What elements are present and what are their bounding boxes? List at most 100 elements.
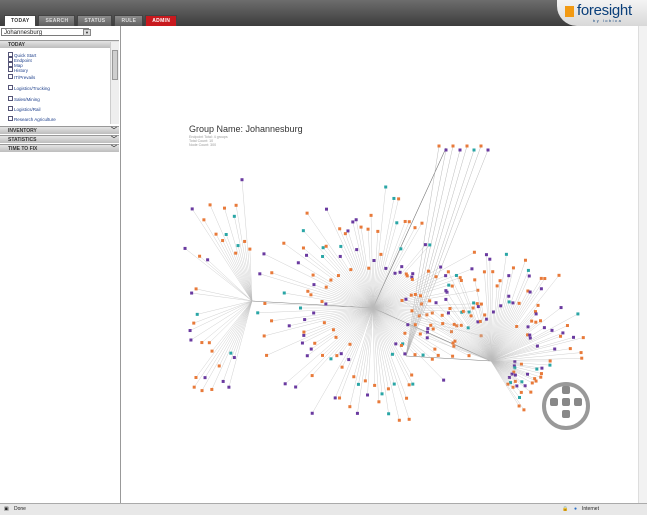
graph-node[interactable] (324, 207, 328, 211)
graph-node[interactable] (517, 404, 521, 408)
graph-node[interactable] (495, 284, 499, 288)
graph-node[interactable] (310, 374, 314, 378)
chevron-down-icon[interactable]: ﹀ (111, 127, 117, 135)
graph-node[interactable] (513, 373, 517, 377)
graph-node[interactable] (403, 219, 407, 223)
graph-node[interactable] (407, 220, 411, 224)
graph-node[interactable] (329, 278, 333, 282)
graph-node[interactable] (380, 392, 384, 396)
graph-node[interactable] (229, 351, 233, 355)
graph-node[interactable] (488, 257, 492, 261)
graph-node[interactable] (397, 197, 401, 201)
graph-node[interactable] (548, 363, 552, 367)
graph-node[interactable] (376, 229, 380, 233)
graph-node[interactable] (210, 387, 214, 391)
graph-node[interactable] (399, 247, 403, 251)
graph-node[interactable] (400, 265, 404, 269)
graph-node[interactable] (305, 253, 309, 257)
graph-node[interactable] (433, 347, 437, 351)
graph-node[interactable] (439, 265, 443, 269)
graph-node[interactable] (498, 279, 502, 283)
list-item[interactable]: Sales/Mining (8, 96, 40, 102)
graph-node[interactable] (309, 347, 313, 351)
graph-node[interactable] (476, 305, 480, 309)
graph-node[interactable] (530, 381, 534, 385)
graph-node[interactable] (347, 358, 351, 362)
graph-node[interactable] (206, 258, 210, 262)
graph-node[interactable] (333, 396, 337, 400)
graph-node[interactable] (397, 418, 401, 422)
graph-node[interactable] (321, 246, 325, 250)
graph-node[interactable] (507, 274, 511, 278)
graph-node[interactable] (351, 220, 355, 224)
panel-today[interactable]: TODAY ︿ (0, 40, 119, 48)
graph-node[interactable] (511, 301, 515, 305)
graph-node[interactable] (444, 274, 448, 278)
graph-node[interactable] (550, 328, 554, 332)
graph-node[interactable] (183, 246, 187, 250)
graph-node[interactable] (282, 241, 286, 245)
graph-node[interactable] (312, 311, 316, 315)
graph-node[interactable] (411, 382, 415, 386)
graph-node[interactable] (405, 396, 409, 400)
chevron-down-icon[interactable]: ▼ (83, 29, 91, 36)
graph-node[interactable] (440, 313, 444, 317)
graph-node[interactable] (428, 243, 432, 247)
graph-node[interactable] (262, 252, 266, 256)
graph-node[interactable] (200, 341, 204, 345)
graph-node[interactable] (430, 311, 434, 315)
graph-node[interactable] (324, 244, 328, 248)
chevron-down-icon[interactable]: ﹀ (111, 145, 117, 153)
graph-node[interactable] (343, 232, 347, 236)
graph-node[interactable] (441, 322, 445, 326)
graph-node[interactable] (300, 341, 304, 345)
graph-node[interactable] (379, 252, 383, 256)
graph-node[interactable] (348, 342, 352, 346)
graph-node[interactable] (221, 239, 225, 243)
graph-node[interactable] (207, 341, 211, 345)
graph-node[interactable] (321, 353, 325, 357)
graph-node[interactable] (559, 334, 563, 338)
graph-node[interactable] (519, 390, 523, 394)
graph-node[interactable] (485, 317, 489, 321)
graph-node[interactable] (192, 321, 196, 325)
chevron-down-icon[interactable]: ﹀ (111, 136, 117, 144)
graph-node[interactable] (392, 196, 396, 200)
graph-node[interactable] (189, 338, 193, 342)
graph-node[interactable] (324, 302, 328, 306)
graph-node[interactable] (236, 244, 240, 248)
graph-node[interactable] (302, 330, 306, 334)
list-item[interactable]: Research Agriculture (8, 116, 56, 122)
graph-node[interactable] (539, 276, 543, 280)
graph-node[interactable] (301, 229, 305, 233)
graph-node[interactable] (393, 271, 397, 275)
graph-node[interactable] (303, 318, 307, 322)
graph-node[interactable] (472, 250, 476, 254)
graph-node[interactable] (535, 367, 539, 371)
graph-node[interactable] (507, 294, 511, 298)
graph-node[interactable] (568, 347, 572, 351)
graph-node[interactable] (243, 239, 247, 243)
graph-node[interactable] (426, 269, 430, 273)
graph-node[interactable] (530, 319, 534, 323)
graph-node[interactable] (311, 273, 315, 277)
graph-node[interactable] (426, 327, 430, 331)
graph-node[interactable] (561, 331, 565, 335)
graph-node[interactable] (354, 218, 358, 222)
graph-node[interactable] (442, 378, 446, 382)
graph-node[interactable] (466, 326, 470, 330)
graph-node[interactable] (194, 376, 198, 380)
graph-node[interactable] (459, 278, 463, 282)
graph-node[interactable] (210, 349, 214, 353)
graph-node[interactable] (553, 347, 557, 351)
graph-node[interactable] (451, 354, 455, 358)
panel-time-to-fix[interactable]: TIME TO FIX ﹀ (0, 144, 119, 152)
graph-node[interactable] (580, 356, 584, 360)
main-scrollbar[interactable] (638, 26, 647, 503)
graph-node[interactable] (581, 336, 585, 340)
graph-node[interactable] (508, 381, 512, 385)
graph-node[interactable] (400, 298, 404, 302)
graph-node[interactable] (515, 384, 519, 388)
graph-node[interactable] (534, 320, 538, 324)
graph-node[interactable] (373, 383, 377, 387)
